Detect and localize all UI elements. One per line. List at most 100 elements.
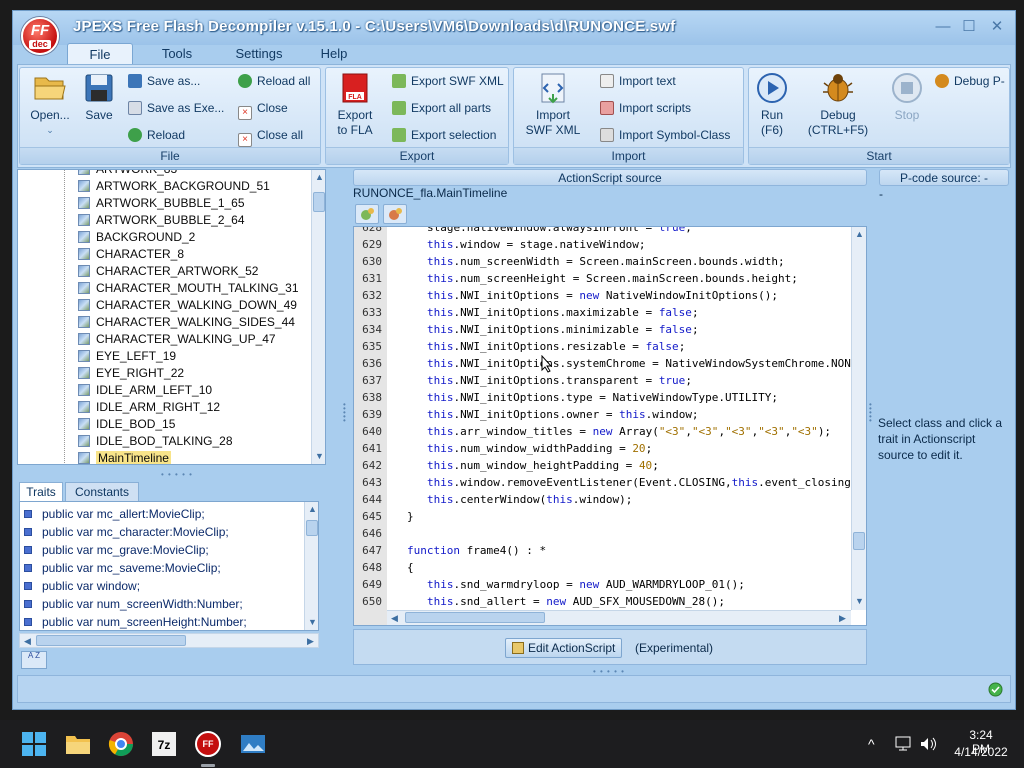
tree-item[interactable]: EYE_LEFT_19 bbox=[78, 348, 176, 365]
save-button[interactable]: Save bbox=[78, 72, 120, 123]
tree-item[interactable]: ARTWORK_BACKGROUND_51 bbox=[78, 178, 270, 195]
stop-button[interactable]: Stop bbox=[887, 72, 927, 123]
code-hscroll-thumb[interactable] bbox=[405, 612, 545, 623]
maximize-button[interactable]: ☐ bbox=[957, 17, 981, 37]
tab-traits[interactable]: Traits bbox=[19, 482, 63, 501]
chrome-icon[interactable] bbox=[108, 731, 134, 757]
tree-item[interactable]: MainTimeline bbox=[78, 450, 171, 464]
import-scripts-button[interactable]: Import scripts bbox=[600, 99, 691, 117]
trait-item[interactable]: public var mc_saveme:MovieClip; bbox=[20, 559, 221, 577]
tab-constants[interactable]: Constants bbox=[65, 482, 139, 501]
debug-pcode-button[interactable]: Debug P- bbox=[935, 72, 1005, 90]
tab-help[interactable]: Help bbox=[309, 43, 359, 65]
close-all-button[interactable]: × Close all bbox=[238, 126, 303, 147]
debug-pcode-label: Debug P- bbox=[954, 74, 1005, 88]
debug-button[interactable]: Debug (CTRL+F5) bbox=[801, 72, 875, 138]
tree-item[interactable]: IDLE_ARM_LEFT_10 bbox=[78, 382, 212, 399]
tree-item[interactable]: CHARACTER_MOUTH_TALKING_31 bbox=[78, 280, 299, 297]
sort-az-button[interactable]: A Z bbox=[21, 651, 47, 669]
splitter-handle-icon[interactable]: • • • • • bbox=[161, 470, 193, 479]
import-text-button[interactable]: Import text bbox=[600, 72, 676, 90]
tree-item[interactable]: CHARACTER_WALKING_UP_47 bbox=[78, 331, 276, 348]
clock-date[interactable]: 4/14/2022 bbox=[951, 745, 1011, 759]
tree-item[interactable]: ARTWORK_BUBBLE_1_65 bbox=[78, 195, 245, 212]
traits-hscroll-thumb[interactable] bbox=[36, 635, 186, 646]
splitter-handle-icon[interactable]: • • • • • bbox=[343, 401, 349, 425]
network-icon[interactable] bbox=[895, 736, 913, 752]
traits-scrollbar[interactable]: ▲ ▼ bbox=[304, 502, 318, 630]
tab-tools[interactable]: Tools bbox=[147, 43, 207, 65]
minimize-button[interactable]: — bbox=[931, 17, 955, 37]
ffdec-logo-icon[interactable]: FF dec bbox=[21, 17, 59, 55]
tree-scroll-thumb[interactable] bbox=[313, 192, 325, 212]
trait-item[interactable]: public var num_screenHeight:Number; bbox=[20, 613, 247, 630]
export-swf-xml-button[interactable]: Export SWF XML bbox=[392, 72, 504, 90]
save-as-exe-button[interactable]: Save as Exe... bbox=[128, 99, 224, 117]
scroll-up-icon[interactable]: ▲ bbox=[305, 502, 318, 517]
as-toolbar-button-2[interactable] bbox=[383, 204, 407, 224]
tree-item-label: CHARACTER_8 bbox=[96, 247, 185, 261]
export-fla-button[interactable]: FLA Export to FLA bbox=[330, 72, 380, 138]
open-button[interactable]: Open... ⌄ bbox=[26, 72, 74, 138]
tree-item[interactable]: IDLE_BOD_15 bbox=[78, 416, 175, 433]
tree-item[interactable]: EYE_RIGHT_22 bbox=[78, 365, 184, 382]
scroll-down-icon[interactable]: ▼ bbox=[312, 449, 325, 464]
tree-scrollbar[interactable]: ▲ ▼ bbox=[311, 170, 325, 464]
reload-all-button[interactable]: Reload all bbox=[238, 72, 310, 90]
trait-item[interactable]: public var mc_allert:MovieClip; bbox=[20, 505, 205, 523]
ffdec-icon[interactable]: FF bbox=[195, 731, 221, 757]
tree-item[interactable]: CHARACTER_WALKING_SIDES_44 bbox=[78, 314, 295, 331]
import-swf-xml-button[interactable]: Import SWF XML bbox=[520, 72, 586, 138]
import-symbol-class-button[interactable]: Import Symbol-Class bbox=[600, 126, 730, 144]
tree-item[interactable]: IDLE_ARM_RIGHT_12 bbox=[78, 399, 220, 416]
export-all-parts-button[interactable]: Export all parts bbox=[392, 99, 491, 117]
tree-item[interactable]: CHARACTER_WALKING_DOWN_49 bbox=[78, 297, 297, 314]
traits-hscrollbar[interactable]: ◀ ▶ bbox=[19, 633, 319, 648]
run-button[interactable]: Run (F6) bbox=[751, 72, 793, 138]
code-editor[interactable]: 628 stage.nativeWindow.alwaysInFront = tr… bbox=[353, 226, 867, 626]
scroll-left-icon[interactable]: ◀ bbox=[20, 634, 35, 649]
title-bar[interactable]: JPEXS Free Flash Decompiler v.15.1.0 - C… bbox=[13, 11, 1015, 45]
tree-item[interactable]: CHARACTER_8 bbox=[78, 246, 184, 263]
scroll-left-icon[interactable]: ◀ bbox=[387, 611, 402, 625]
tree-item[interactable]: CHARACTER_ARTWORK_52 bbox=[78, 263, 258, 280]
scroll-up-icon[interactable]: ▲ bbox=[312, 170, 325, 185]
photos-icon[interactable] bbox=[240, 731, 266, 757]
file-group: Open... ⌄ Save Save as... Save as Exe...… bbox=[19, 67, 321, 165]
trait-item[interactable]: public var num_screenWidth:Number; bbox=[20, 595, 243, 613]
code-scroll-thumb[interactable] bbox=[853, 532, 865, 550]
chevron-up-icon[interactable]: ^ bbox=[868, 736, 875, 752]
splitter-handle-icon[interactable]: • • • • • bbox=[869, 401, 875, 425]
file-explorer-icon[interactable] bbox=[65, 731, 91, 757]
trait-item[interactable]: public var mc_grave:MovieClip; bbox=[20, 541, 209, 559]
as-toolbar-button-1[interactable] bbox=[355, 204, 379, 224]
traits-scroll-thumb[interactable] bbox=[306, 520, 318, 536]
save-as-button[interactable]: Save as... bbox=[128, 72, 200, 90]
7zip-icon[interactable]: 7z bbox=[151, 731, 177, 757]
code-scrollbar[interactable]: ▲ ▼ bbox=[851, 227, 866, 610]
windows-start-icon[interactable] bbox=[21, 731, 47, 757]
scroll-down-icon[interactable]: ▼ bbox=[852, 594, 866, 609]
reload-all-label: Reload all bbox=[257, 74, 311, 88]
reload-button[interactable]: Reload bbox=[128, 126, 185, 144]
sprite-icon bbox=[78, 214, 90, 226]
export-selection-button[interactable]: Export selection bbox=[392, 126, 496, 144]
scroll-right-icon[interactable]: ▶ bbox=[303, 634, 318, 649]
close-file-button[interactable]: × Close bbox=[238, 99, 288, 120]
tab-file[interactable]: File bbox=[67, 43, 133, 65]
trait-item[interactable]: public var window; bbox=[20, 577, 140, 595]
edit-actionscript-button[interactable]: Edit ActionScript bbox=[505, 638, 623, 658]
tree-item[interactable]: BACKGROUND_2 bbox=[78, 229, 195, 246]
tree-item[interactable]: IDLE_BOD_TALKING_28 bbox=[78, 433, 233, 450]
scroll-up-icon[interactable]: ▲ bbox=[852, 227, 866, 242]
trait-item[interactable]: public var mc_character:MovieClip; bbox=[20, 523, 229, 541]
tab-settings[interactable]: Settings bbox=[227, 43, 291, 65]
line-number: 648 bbox=[362, 561, 382, 574]
scroll-down-icon[interactable]: ▼ bbox=[305, 615, 318, 630]
volume-icon[interactable] bbox=[919, 736, 937, 752]
tree-item[interactable]: ARTWORK_BUBBLE_2_64 bbox=[78, 212, 245, 229]
tree-item[interactable]: ARTWORK_83 bbox=[78, 170, 177, 178]
code-hscrollbar[interactable]: ◀ ▶ bbox=[387, 610, 851, 625]
close-button[interactable]: ✕ bbox=[985, 17, 1009, 37]
scroll-right-icon[interactable]: ▶ bbox=[835, 611, 850, 625]
